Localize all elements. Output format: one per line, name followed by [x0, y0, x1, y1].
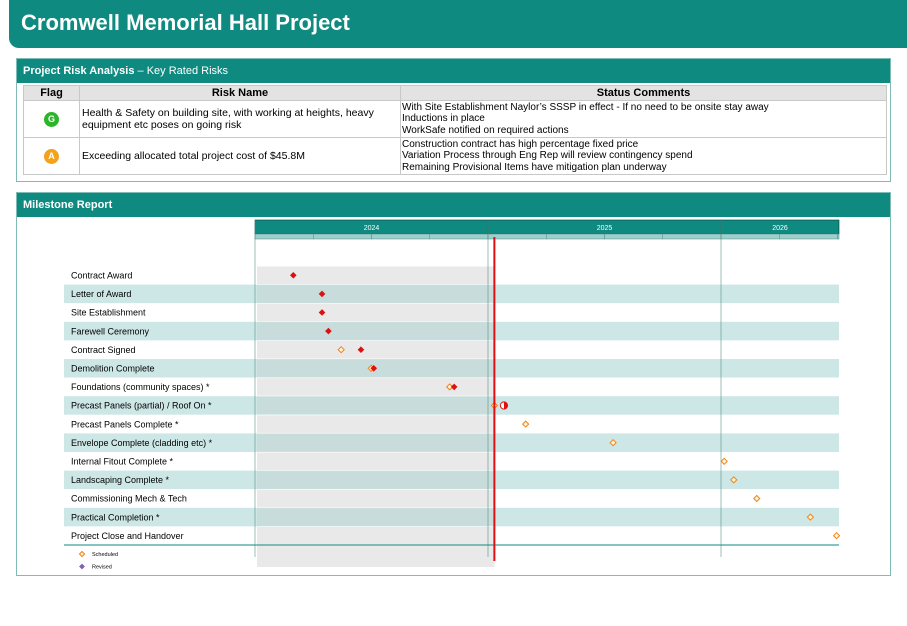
year-label: 2025: [597, 225, 613, 232]
elapsed-shade: [257, 340, 495, 359]
risk-name-column-header: Risk Name: [79, 85, 401, 101]
legend-label: Revised: [92, 565, 112, 571]
risk-row: G Health & Safety on building site, with…: [23, 100, 887, 138]
milestone-report-panel: Milestone Report 2024 2025 2026 Contract Aw…: [16, 192, 891, 576]
elapsed-shade: [257, 526, 495, 545]
milestone-label: Foundations (community spaces) *: [71, 382, 210, 392]
milestone-label: Contract Signed: [71, 345, 136, 355]
risk-name-cell: Exceeding allocated total project cost o…: [79, 137, 401, 175]
milestone-label: Precast Panels (partial) / Roof On *: [71, 401, 212, 411]
quarter-header-cell: [371, 233, 430, 240]
legend-label: Scheduled: [92, 552, 118, 558]
flag-cell: A: [23, 137, 80, 175]
elapsed-shade: [257, 489, 495, 508]
quarter-header-cell: [604, 233, 663, 240]
risk-panel-title: Project Risk Analysis: [23, 65, 135, 77]
status-line: With Site Establishment Naylor’s SSSP in…: [402, 101, 769, 113]
elapsed-shade: [257, 452, 495, 471]
milestone-label: Landscaping Complete *: [71, 475, 170, 485]
elapsed-shade: [257, 378, 495, 396]
elapsed-shade: [257, 415, 495, 433]
flag-column-header: Flag: [23, 85, 80, 101]
elapsed-shade: [257, 471, 495, 489]
elapsed-shade: [257, 508, 495, 526]
elapsed-shade: [257, 322, 495, 340]
milestone-label: Project Close and Handover: [71, 531, 184, 541]
legend-scheduled-marker: [78, 550, 86, 558]
milestone-label: Letter of Award: [71, 289, 131, 299]
milestone-label: Demolition Complete: [71, 364, 155, 374]
risk-row: A Exceeding allocated total project cost…: [23, 137, 887, 175]
elapsed-shade: [257, 303, 495, 322]
quarter-header-cell: [837, 233, 840, 240]
quarter-header-cell: [546, 233, 605, 240]
year-label: 2026: [772, 225, 788, 232]
status-cell: With Site Establishment Naylor’s SSSP in…: [400, 100, 887, 138]
page-title-text: Cromwell Memorial Hall Project: [21, 10, 350, 35]
legend-revised-marker: [79, 563, 85, 570]
status-line: WorkSafe notified on required actions: [402, 124, 569, 136]
quarter-header-cell: [720, 233, 780, 240]
amber-flag-icon: A: [44, 148, 59, 164]
milestone-label: Site Establishment: [71, 308, 146, 318]
page-title: Cromwell Memorial Hall Project: [9, 0, 907, 48]
year-label: 2024: [364, 225, 380, 232]
milestone-label: Practical Completion *: [71, 512, 160, 522]
risk-name-cell: Health & Safety on building site, with w…: [79, 100, 401, 138]
status-column-header: Status Comments: [400, 85, 887, 101]
milestone-label: Envelope Complete (cladding etc) *: [71, 438, 213, 448]
status-cell: Construction contract has high percentag…: [400, 137, 887, 175]
quarter-header-cell: [254, 233, 314, 240]
elapsed-shade: [257, 396, 495, 415]
milestone-label: Precast Panels Complete *: [71, 419, 179, 429]
milestone-label: Contract Award: [71, 271, 132, 281]
milestone-label: Commissioning Mech & Tech: [71, 494, 187, 504]
risk-table-header-row: Flag Risk Name Status Comments: [23, 85, 887, 101]
quarter-header-cell: [662, 233, 722, 240]
risk-panel-header: Project Risk Analysis – Key Rated Risks: [17, 59, 890, 83]
elapsed-shade: [257, 285, 495, 303]
milestone-gantt-chart: 2024 2025 2026 Contract Award Letter of Awar…: [64, 219, 841, 571]
milestone-label: Internal Fitout Complete *: [71, 457, 174, 467]
flag-cell: G: [23, 100, 80, 138]
risk-table: Flag Risk Name Status Comments G Health …: [23, 85, 887, 175]
milestone-panel-title: Milestone Report: [23, 199, 113, 211]
quarter-header-cell: [487, 233, 547, 240]
milestone-panel-header: Milestone Report: [17, 193, 890, 217]
quarter-header-cell: [779, 233, 838, 240]
elapsed-shade: [257, 433, 495, 452]
risk-panel-subtitle: – Key Rated Risks: [134, 65, 229, 77]
status-line: Construction contract has high percentag…: [402, 138, 639, 150]
risk-analysis-panel: Project Risk Analysis – Key Rated Risks …: [16, 58, 891, 182]
quarter-header-cell: [313, 233, 372, 240]
milestone-label: Farewell Ceremony: [71, 326, 150, 336]
green-flag-icon: G: [44, 111, 59, 127]
elapsed-shade: [257, 545, 495, 567]
status-line: Variation Process through Eng Rep will r…: [402, 150, 693, 162]
status-line: Remaining Provisional Items have mitigat…: [402, 161, 667, 173]
quarter-header-cell: [429, 233, 489, 240]
status-line: Inductions in place: [402, 113, 485, 125]
